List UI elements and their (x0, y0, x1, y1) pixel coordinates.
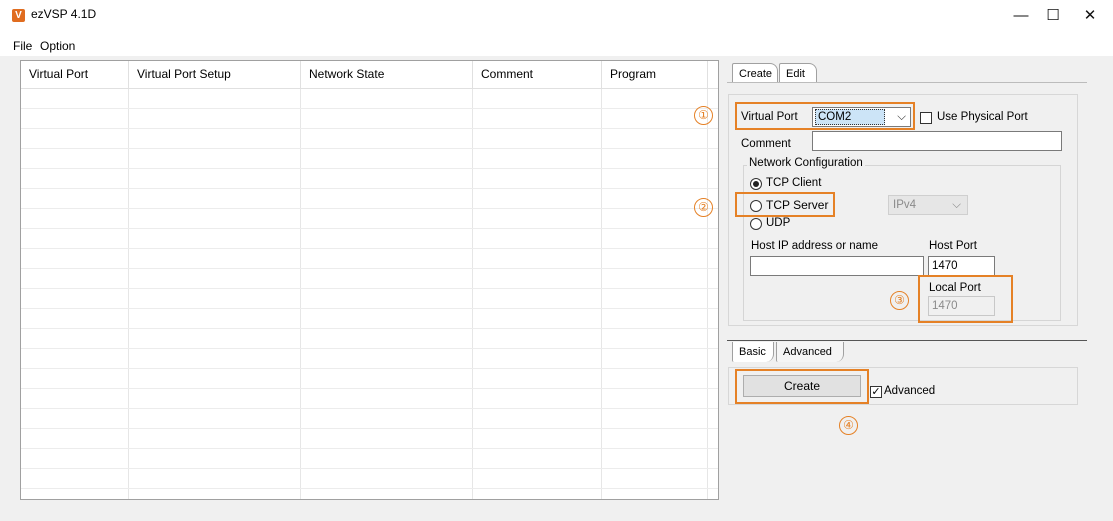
table-row[interactable] (21, 149, 718, 169)
table-row[interactable] (21, 309, 718, 329)
window-title: ezVSP 4.1D (31, 7, 97, 21)
title-bar (0, 0, 1113, 36)
menu-file[interactable]: File (13, 39, 32, 53)
marker-4: ④ (839, 416, 858, 435)
table-row[interactable] (21, 229, 718, 249)
table-row[interactable] (21, 449, 718, 469)
virtual-port-table[interactable]: Virtual Port Virtual Port Setup Network … (20, 60, 719, 500)
table-row[interactable] (21, 469, 718, 489)
table-body (21, 89, 718, 499)
highlight-box-4 (735, 369, 869, 404)
use-physical-port-label: Use Physical Port (937, 111, 1028, 123)
host-ip-input[interactable] (750, 256, 924, 276)
udp-radio[interactable] (750, 218, 762, 230)
tab-strip-divider (727, 82, 1087, 83)
table-row[interactable] (21, 429, 718, 449)
marker-2: ② (694, 198, 713, 217)
table-row[interactable] (21, 189, 718, 209)
close-button[interactable]: ✕ (1067, 0, 1113, 34)
host-ip-label: Host IP address or name (751, 240, 878, 252)
tcp-client-radio[interactable] (750, 178, 762, 190)
table-row[interactable] (21, 209, 718, 229)
column-header-comment[interactable]: Comment (473, 61, 602, 88)
ip-version-value: IPv4 (893, 199, 917, 211)
table-row[interactable] (21, 369, 718, 389)
panel-divider (727, 340, 1087, 341)
chevron-down-icon: ⌵ (952, 199, 961, 211)
table-header: Virtual Port Virtual Port Setup Network … (21, 61, 718, 89)
udp-label: UDP (766, 217, 791, 229)
table-row[interactable] (21, 329, 718, 349)
table-row[interactable] (21, 109, 718, 129)
highlight-box-2 (735, 192, 835, 217)
host-port-label: Host Port (929, 240, 977, 252)
highlight-box-1 (735, 102, 915, 130)
comment-label: Comment (741, 138, 791, 150)
table-row[interactable] (21, 269, 718, 289)
table-row[interactable] (21, 489, 718, 499)
table-row[interactable] (21, 389, 718, 409)
app-icon: V (12, 9, 25, 22)
use-physical-port-checkbox[interactable] (920, 112, 932, 124)
host-port-input[interactable]: 1470 (928, 256, 995, 276)
tab-advanced[interactable]: Advanced (776, 342, 844, 362)
column-header-virtual-port-setup[interactable]: Virtual Port Setup (129, 61, 301, 88)
ip-version-select[interactable]: IPv4 ⌵ (888, 195, 968, 215)
column-header-network-state[interactable]: Network State (301, 61, 473, 88)
advanced-checkbox[interactable]: ✓ (870, 386, 882, 398)
menu-bar (0, 36, 1113, 56)
table-row[interactable] (21, 129, 718, 149)
table-row[interactable] (21, 249, 718, 269)
tab-edit[interactable]: Edit (779, 63, 817, 83)
marker-1: ① (694, 106, 713, 125)
table-row[interactable] (21, 89, 718, 109)
menu-option[interactable]: Option (40, 39, 75, 53)
marker-3: ③ (890, 291, 909, 310)
advanced-checkbox-label: Advanced (884, 385, 936, 397)
table-row[interactable] (21, 169, 718, 189)
table-row[interactable] (21, 349, 718, 369)
tcp-client-label: TCP Client (766, 177, 822, 189)
column-header-virtual-port[interactable]: Virtual Port (21, 61, 129, 88)
tab-create[interactable]: Create (732, 63, 778, 83)
network-configuration-label: Network Configuration (747, 157, 865, 169)
tab-basic[interactable]: Basic (732, 342, 774, 362)
highlight-box-3 (918, 275, 1013, 323)
comment-input[interactable] (812, 131, 1062, 151)
table-row[interactable] (21, 409, 718, 429)
column-header-program[interactable]: Program (602, 61, 708, 88)
table-row[interactable] (21, 289, 718, 309)
